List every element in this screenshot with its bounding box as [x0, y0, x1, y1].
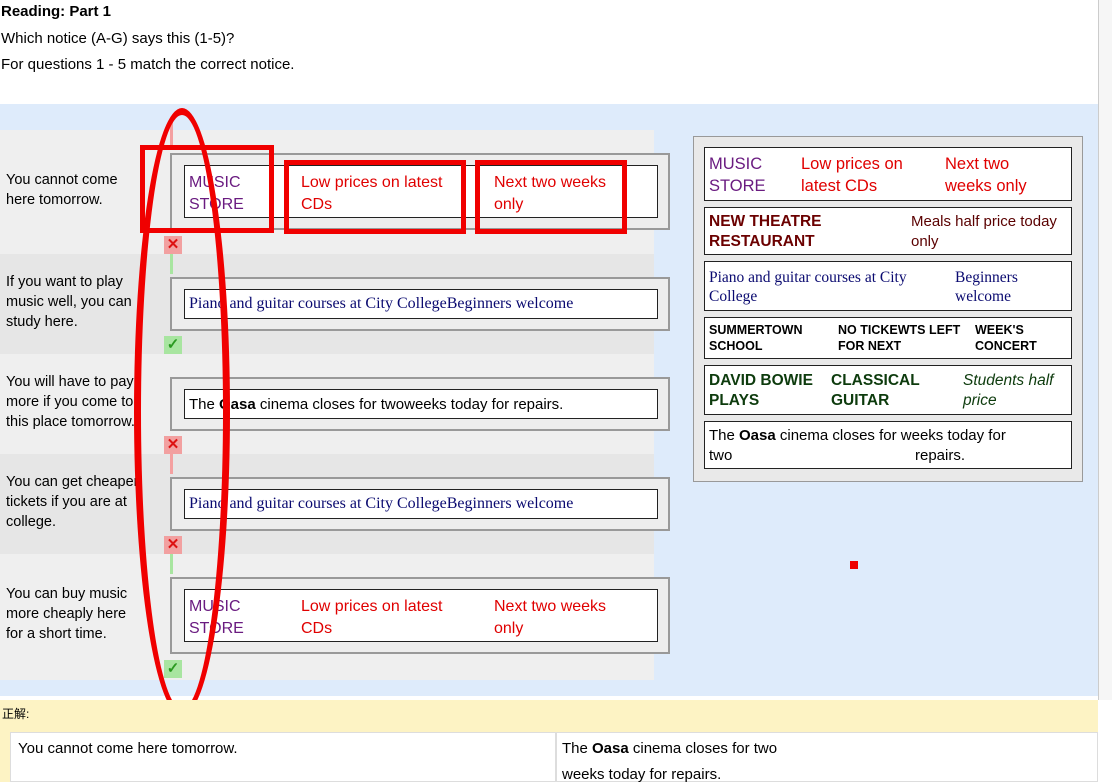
- notice-card-music-store[interactable]: MUSIC STORE Low prices on latest CDs Nex…: [184, 589, 658, 642]
- answer-label: 正解:: [2, 707, 30, 721]
- question-text: If you want to play music well, you can …: [6, 274, 132, 330]
- question-text: You will have to pay more if you come to…: [6, 374, 135, 430]
- instruction-line-1: Which notice (A-G) says this (1-5)?: [1, 30, 235, 47]
- answer-slot-3[interactable]: The Oasa cinema closes for twoweeks toda…: [170, 377, 670, 431]
- notice-card-piano[interactable]: Piano and guitar courses at City College…: [184, 289, 658, 319]
- highlight-box: [475, 160, 627, 234]
- question-text: You can buy music more cheaply here for …: [6, 586, 128, 642]
- notice-card-piano[interactable]: Piano and guitar courses at City College…: [184, 489, 658, 519]
- instruction-line-2: For questions 1 - 5 match the correct no…: [1, 56, 295, 73]
- answer-slot-4[interactable]: Piano and guitar courses at City College…: [170, 477, 670, 531]
- notice-card-summertown[interactable]: SUMMERTOWN SCHOOL NO TICKEWTS LEFT FOR N…: [704, 317, 1072, 359]
- answer-notice: The Oasa cinema closes for two weeks tod…: [556, 732, 1098, 783]
- answer-question: You cannot come here tomorrow.: [10, 732, 556, 782]
- notice-card-music-store[interactable]: MUSIC STORE Low prices on latest CDs Nex…: [704, 147, 1072, 201]
- instructions: Reading: Part 1 Which notice (A-G) says …: [0, 0, 1098, 104]
- notice-card-bowie[interactable]: DAVID BOWIE PLAYS CLASSICAL GUITAR Stude…: [704, 365, 1072, 415]
- drag-dot: [850, 561, 858, 569]
- highlight-ellipse: [134, 108, 230, 716]
- notice-card-piano[interactable]: Piano and guitar courses at City College…: [704, 261, 1072, 311]
- notice-card-theatre[interactable]: NEW THEATRE RESTAURANT Meals half price …: [704, 207, 1072, 255]
- notice-pool: MUSIC STORE Low prices on latest CDs Nex…: [693, 136, 1083, 482]
- notice-card-oasa[interactable]: The Oasa cinema closes for weeks today f…: [704, 421, 1072, 469]
- question-text: You cannot come here tomorrow.: [6, 172, 118, 208]
- question-text: You can get cheaper tickets if you are a…: [6, 474, 139, 530]
- highlight-box: [284, 160, 466, 234]
- answer-slot-5[interactable]: MUSIC STORE Low prices on latest CDs Nex…: [170, 577, 670, 654]
- answer-slot-2[interactable]: Piano and guitar courses at City College…: [170, 277, 670, 331]
- correct-answer-section: 正解: You cannot come here tomorrow. The O…: [0, 700, 1098, 783]
- page-title: Reading: Part 1: [1, 3, 112, 20]
- scrollbar[interactable]: [1098, 0, 1112, 700]
- notice-card-oasa[interactable]: The Oasa cinema closes for twoweeks toda…: [184, 389, 658, 419]
